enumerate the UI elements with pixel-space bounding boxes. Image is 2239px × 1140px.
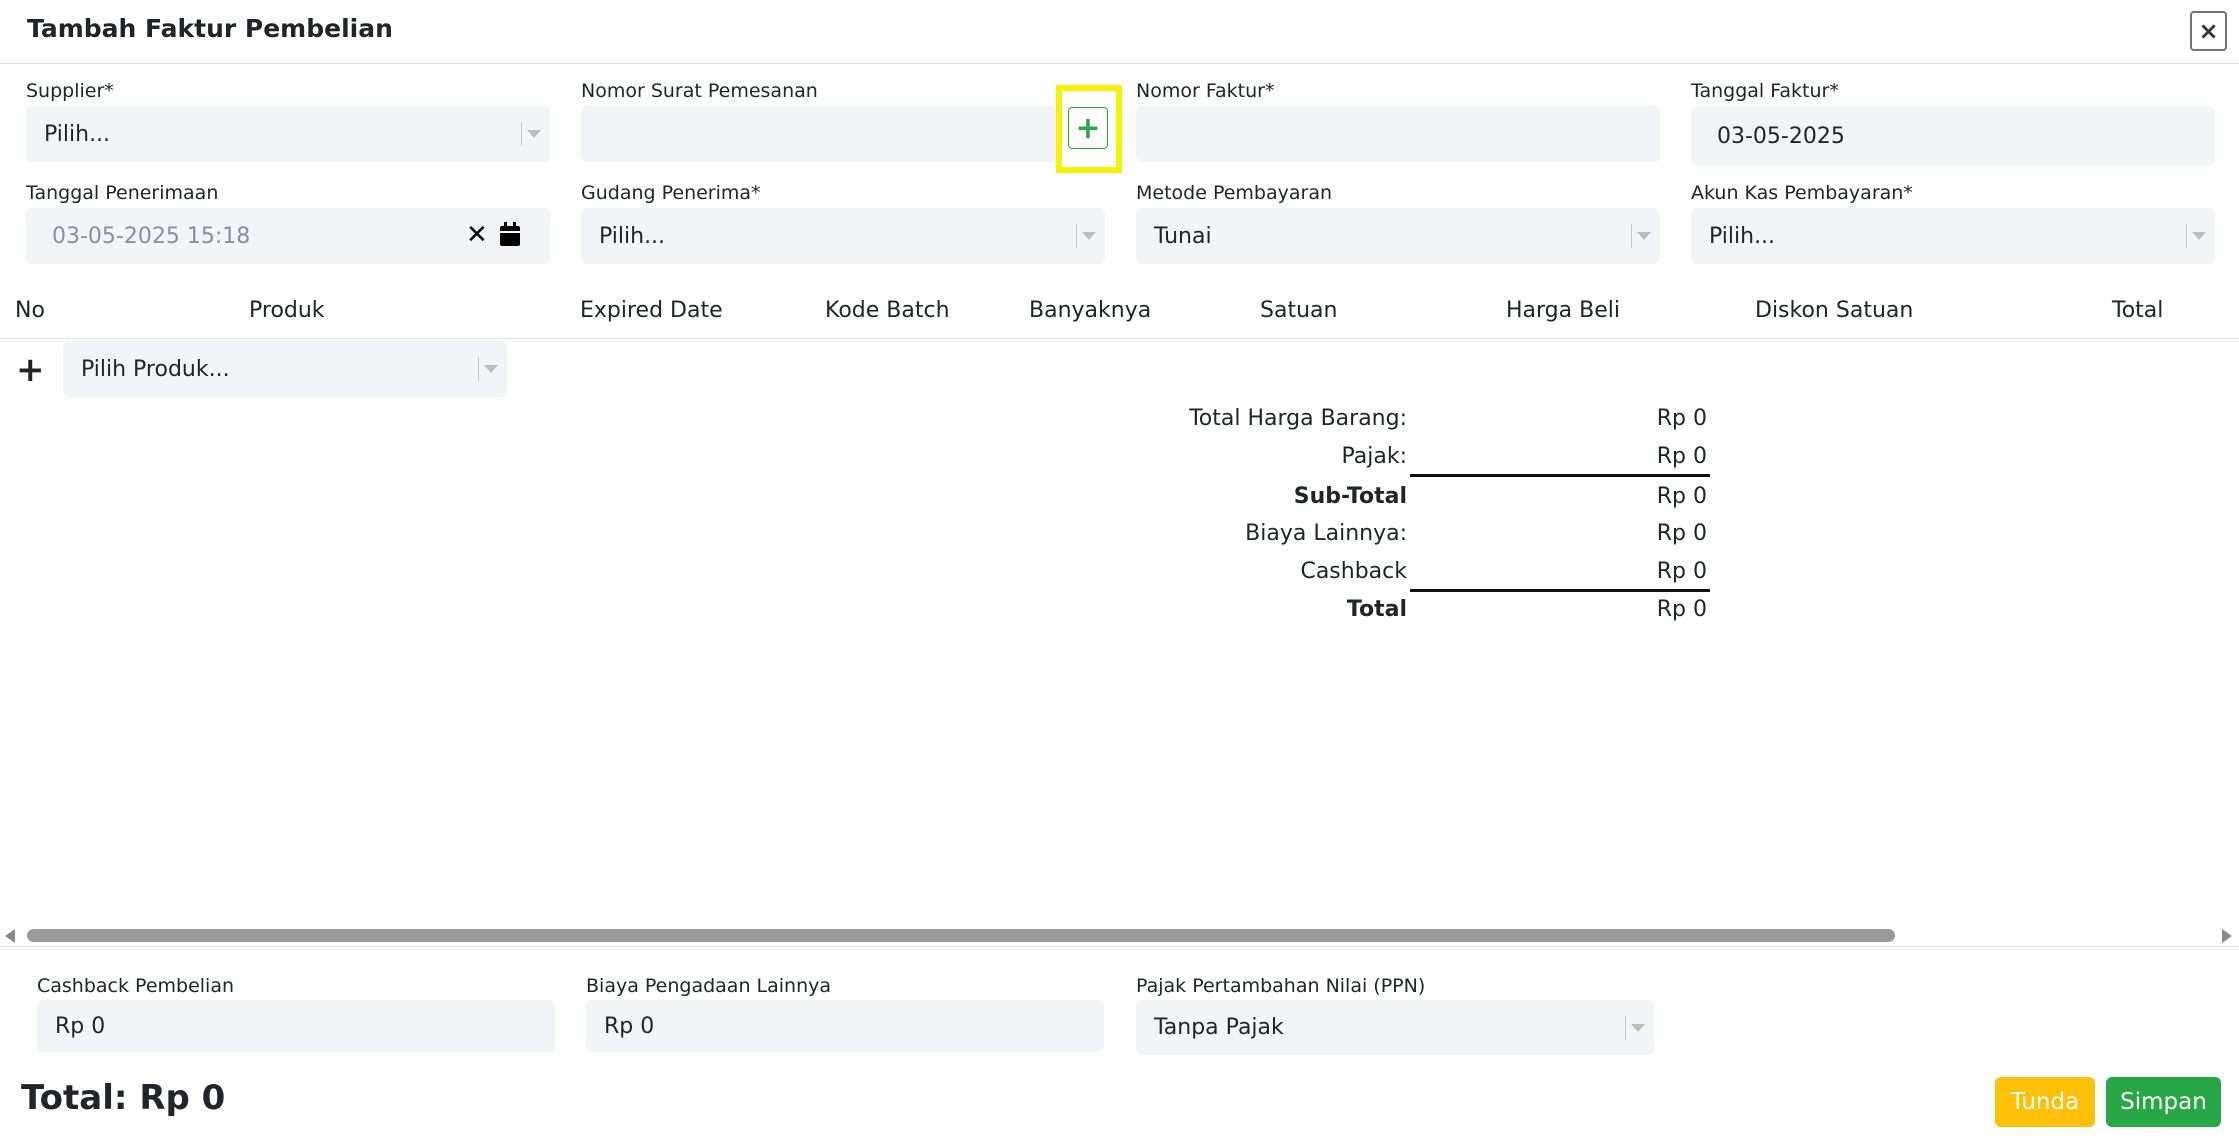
summary-divider bbox=[1410, 589, 1710, 592]
column-header-harga-beli: Harga Beli bbox=[1506, 298, 1620, 323]
summary-label-total: Total bbox=[1346, 597, 1407, 622]
metode-label: Metode Pembayaran bbox=[1136, 182, 1333, 204]
close-button[interactable]: × bbox=[2190, 11, 2227, 51]
cashback-value: Rp 0 bbox=[55, 1013, 106, 1039]
gudang-select[interactable]: Pilih... bbox=[581, 208, 1105, 264]
column-header-diskon-satuan: Diskon Satuan bbox=[1755, 298, 1914, 323]
chevron-down-icon bbox=[1637, 232, 1651, 240]
product-select-value: Pilih Produk... bbox=[81, 356, 230, 382]
select-separator bbox=[478, 357, 479, 381]
summary-value-total-harga: Rp 0 bbox=[1656, 406, 1707, 431]
column-header-no: No bbox=[15, 298, 45, 323]
summary-value-pajak: Rp 0 bbox=[1656, 444, 1707, 469]
tanggal-penerimaan-label: Tanggal Penerimaan bbox=[26, 182, 219, 204]
gudang-label: Gudang Penerima* bbox=[581, 182, 761, 204]
scroll-left-icon[interactable] bbox=[5, 929, 15, 943]
table-header-divider bbox=[0, 338, 2239, 339]
cashback-input[interactable]: Rp 0 bbox=[37, 1000, 555, 1052]
summary-label-biaya-lainnya: Biaya Lainnya: bbox=[1245, 521, 1407, 546]
column-header-total: Total bbox=[2112, 298, 2164, 323]
column-header-produk: Produk bbox=[249, 298, 325, 323]
metode-value: Tunai bbox=[1154, 223, 1212, 249]
cashback-label: Cashback Pembelian bbox=[37, 975, 235, 997]
tanggal-faktur-label: Tanggal Faktur* bbox=[1691, 80, 1839, 102]
scrollbar-thumb[interactable] bbox=[27, 929, 1895, 942]
grand-total: Total: Rp 0 bbox=[21, 1078, 226, 1118]
add-order-button[interactable]: + bbox=[1068, 107, 1108, 149]
summary-value-total: Rp 0 bbox=[1656, 597, 1707, 622]
tunda-button[interactable]: Tunda bbox=[1995, 1077, 2095, 1127]
akun-kas-value: Pilih... bbox=[1709, 223, 1776, 249]
summary-label-pajak: Pajak: bbox=[1341, 444, 1407, 469]
close-icon[interactable]: ✕ bbox=[466, 220, 488, 250]
tanggal-faktur-value: 03-05-2025 bbox=[1717, 123, 1845, 149]
summary-label-total-harga: Total Harga Barang: bbox=[1189, 406, 1407, 431]
select-separator bbox=[1625, 1016, 1626, 1040]
ppn-value: Tanpa Pajak bbox=[1154, 1015, 1284, 1040]
nomor-faktur-label: Nomor Faktur* bbox=[1136, 80, 1275, 102]
plus-icon: + bbox=[1075, 110, 1101, 146]
summary-divider bbox=[1410, 474, 1710, 477]
add-order-highlight: + bbox=[1056, 85, 1122, 173]
summary-value-sub-total: Rp 0 bbox=[1656, 484, 1707, 509]
summary-value-cashback: Rp 0 bbox=[1656, 559, 1707, 584]
nomor-faktur-input[interactable] bbox=[1136, 106, 1660, 162]
add-row-button[interactable]: + bbox=[16, 350, 45, 390]
biaya-label: Biaya Pengadaan Lainnya bbox=[586, 975, 832, 997]
product-select[interactable]: Pilih Produk... bbox=[63, 341, 507, 397]
tanggal-penerimaan-input[interactable]: 03-05-2025 15:18 ✕ bbox=[26, 208, 550, 264]
ppn-label: Pajak Pertambahan Nilai (PPN) bbox=[1136, 975, 1426, 997]
tanggal-faktur-input[interactable]: 03-05-2025 bbox=[1691, 106, 2215, 166]
modal-header: Tambah Faktur Pembelian × bbox=[0, 0, 2239, 64]
chevron-down-icon bbox=[484, 365, 498, 373]
footer-divider bbox=[0, 946, 2239, 947]
chevron-down-icon bbox=[527, 130, 541, 138]
supplier-select[interactable]: Pilih... bbox=[26, 106, 550, 162]
summary-label-cashback: Cashback bbox=[1300, 559, 1407, 584]
calendar-icon[interactable] bbox=[500, 222, 520, 252]
chevron-down-icon bbox=[1631, 1024, 1645, 1032]
column-header-satuan: Satuan bbox=[1260, 298, 1338, 323]
biaya-value: Rp 0 bbox=[604, 1013, 655, 1039]
supplier-value: Pilih... bbox=[44, 121, 111, 147]
select-separator bbox=[2186, 224, 2187, 248]
supplier-label: Supplier* bbox=[26, 80, 114, 102]
tanggal-penerimaan-value: 03-05-2025 15:18 bbox=[52, 223, 251, 249]
horizontal-scrollbar[interactable] bbox=[0, 925, 2239, 947]
select-separator bbox=[1076, 224, 1077, 248]
select-separator bbox=[521, 122, 522, 146]
ppn-select[interactable]: Tanpa Pajak bbox=[1136, 1000, 1654, 1055]
select-separator bbox=[1631, 224, 1632, 248]
nomor-surat-label: Nomor Surat Pemesanan bbox=[581, 80, 818, 102]
column-header-banyaknya: Banyaknya bbox=[1029, 298, 1152, 323]
akun-kas-select[interactable]: Pilih... bbox=[1691, 208, 2215, 264]
biaya-input[interactable]: Rp 0 bbox=[586, 1000, 1104, 1052]
nomor-surat-input[interactable] bbox=[581, 106, 1057, 162]
akun-kas-label: Akun Kas Pembayaran* bbox=[1691, 182, 1913, 204]
page-title: Tambah Faktur Pembelian bbox=[27, 14, 393, 43]
summary-value-biaya-lainnya: Rp 0 bbox=[1656, 521, 1707, 546]
summary-label-sub-total: Sub-Total bbox=[1293, 484, 1407, 509]
column-header-expired-date: Expired Date bbox=[580, 298, 723, 323]
close-icon: × bbox=[2198, 17, 2219, 45]
simpan-button[interactable]: Simpan bbox=[2106, 1077, 2221, 1127]
chevron-down-icon bbox=[2192, 232, 2206, 240]
metode-select[interactable]: Tunai bbox=[1136, 208, 1660, 264]
chevron-down-icon bbox=[1082, 232, 1096, 240]
gudang-value: Pilih... bbox=[599, 223, 666, 249]
column-header-kode-batch: Kode Batch bbox=[825, 298, 950, 323]
scroll-right-icon[interactable] bbox=[2222, 929, 2232, 943]
